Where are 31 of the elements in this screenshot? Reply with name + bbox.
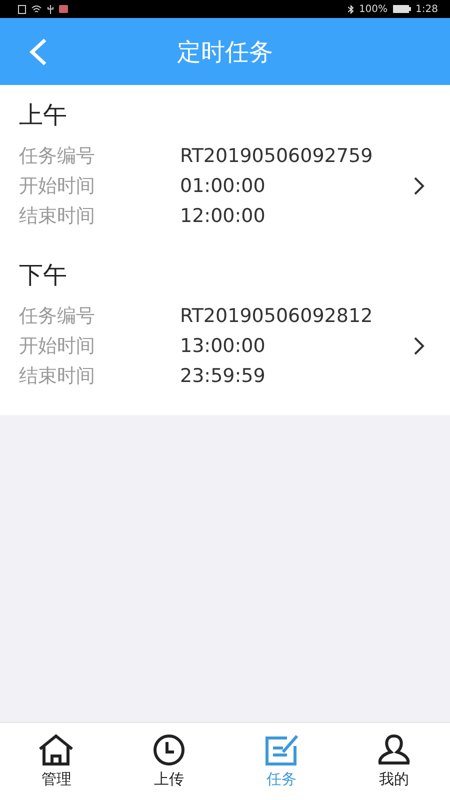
battery-icon (392, 5, 411, 13)
chevron-icon (413, 336, 425, 356)
wifi-icon (31, 4, 42, 14)
field-label: 任务编号 (19, 304, 96, 329)
battery-text: 100% (358, 4, 388, 14)
field-label: 开始时间 (19, 174, 96, 199)
task-item[interactable]: 任务编号 RT20190506092812 开始时间 13:00:00 结束时间 23:59:59 (19, 301, 431, 391)
back-icon[interactable] (28, 38, 48, 66)
field-label: 任务编号 (19, 144, 96, 169)
task-item[interactable]: 任务编号 RT20190506092759 开始时间 01:00:00 结束时间 12:00:00 (19, 141, 431, 231)
task-title: 下午 (19, 260, 68, 291)
field-value: RT20190506092812 (180, 305, 373, 327)
field-value: 13:00:00 (180, 335, 266, 357)
field-value: RT20190506092759 (180, 145, 373, 167)
field-value: 01:00:00 (180, 175, 266, 197)
tab[interactable]: 我的 (354, 734, 434, 789)
field-value: 23:59:59 (180, 365, 266, 387)
task-title: 上午 (19, 100, 68, 131)
sim-icon (18, 4, 26, 14)
chevron-icon (413, 176, 425, 196)
field-label: 开始时间 (19, 334, 96, 359)
bluetooth-icon (348, 4, 354, 14)
field-value: 12:00:00 (180, 205, 266, 227)
field-label: 结束时间 (19, 204, 96, 229)
usb-icon (47, 4, 54, 14)
tab[interactable]: 上传 (128, 734, 209, 789)
photo-icon (59, 5, 68, 13)
tab[interactable]: 管理 (16, 734, 96, 789)
field-label: 结束时间 (19, 364, 96, 389)
clock-time: 1:28 (416, 4, 438, 14)
page-title: 定时任务 (177, 36, 273, 68)
